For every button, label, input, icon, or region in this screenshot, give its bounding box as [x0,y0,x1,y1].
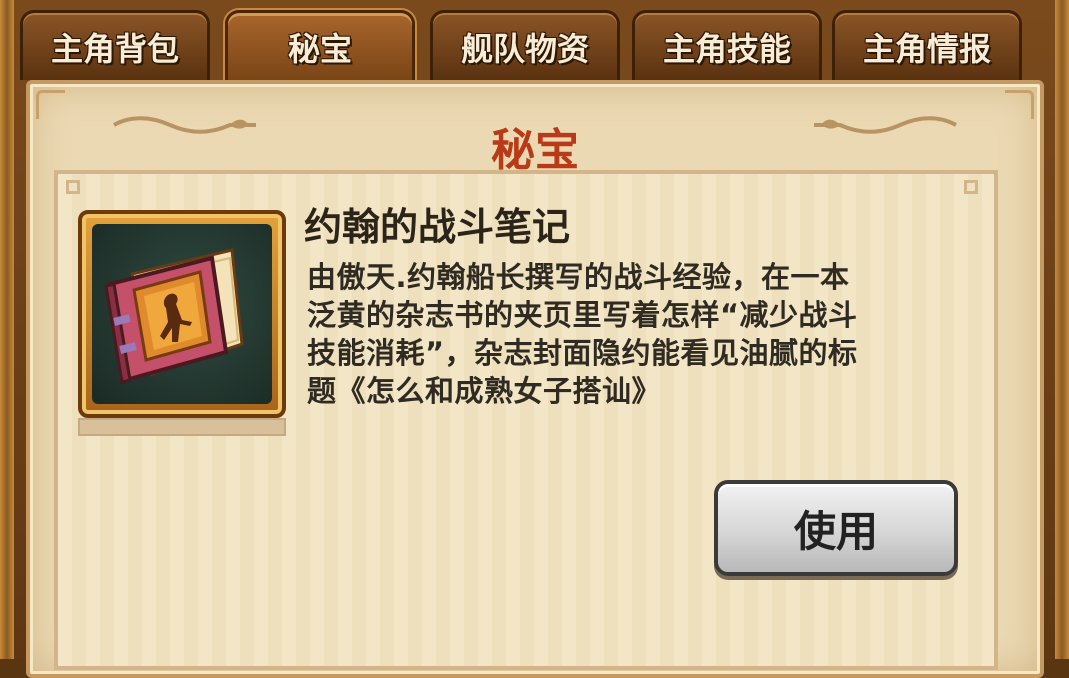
card-stud [964,180,978,194]
tab-bar: 主角背包 秘宝 舰队物资 主角技能 主角情报 [20,6,1050,84]
tab-fleet-supplies[interactable]: 舰队物资 [430,10,620,80]
panel-title: 秘宝 [491,125,579,176]
tab-label: 舰队物资 [460,29,589,68]
description-line: 泛黄的杂志书的夹页里写着怎样“减少战斗 [307,298,858,332]
tab-treasure[interactable]: 秘宝 [225,10,415,80]
tab-hero-intel[interactable]: 主角情报 [832,10,1022,80]
tab-label: 秘宝 [287,29,352,68]
tab-label: 主角背包 [50,29,179,68]
tab-label: 主角技能 [662,29,791,68]
item-icon-frame[interactable] [78,210,286,418]
item-description: 由傲天.约翰船长撰写的战斗经验，在一本 泛黄的杂志书的夹页里写着怎样“减少战斗 … [307,258,987,410]
description-line: 题《怎么和成熟女子搭讪》 [307,374,662,408]
use-button[interactable]: 使用 [714,480,958,576]
description-line: 技能消耗”，杂志封面隐约能看见油腻的标 [307,336,858,370]
icon-base-bar [78,418,286,436]
frame-edge-left [0,0,14,659]
card-stud [66,180,80,194]
tab-hero-skills[interactable]: 主角技能 [632,10,822,80]
use-button-label: 使用 [793,506,878,556]
frame-edge-right [1055,0,1069,659]
item-name: 约翰的战斗笔记 [304,204,571,249]
description-line: 由傲天.约翰船长撰写的战斗经验，在一本 [307,260,850,294]
tab-label: 主角情报 [862,29,991,68]
tab-hero-backpack[interactable]: 主角背包 [20,10,210,80]
book-icon [92,224,272,404]
